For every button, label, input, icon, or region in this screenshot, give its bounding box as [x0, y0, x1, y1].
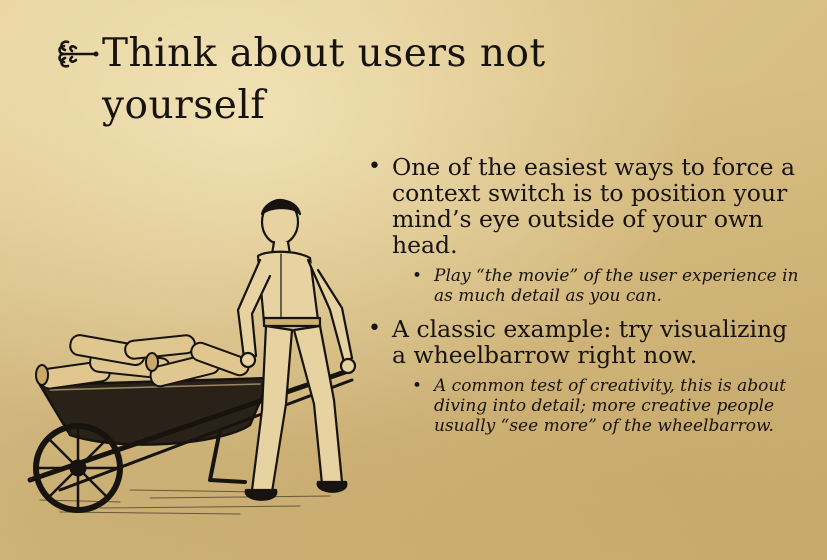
title-line-2: yourself	[102, 83, 266, 128]
sub-bullet-1: Play “the movie” of the user experience …	[392, 266, 808, 306]
wheelbarrow-illustration	[27, 198, 357, 515]
bullet-2: A classic example: try visualizing a whe…	[368, 316, 808, 368]
wheelbarrow	[27, 369, 354, 513]
slide-title: Think about users not yourself	[56, 28, 756, 132]
man-figure	[236, 198, 357, 501]
bullet-list: One of the easiest ways to force a conte…	[368, 154, 808, 446]
bullet-1: One of the easiest ways to force a conte…	[368, 154, 808, 258]
fleuron-icon	[58, 40, 99, 68]
slide: Think about users not yourself One of th…	[0, 0, 827, 560]
title-line-1: Think about users not	[102, 31, 546, 76]
sub-bullet-2: A common test of creativity, this is abo…	[392, 376, 808, 436]
title-block: Think about users not yourself	[56, 28, 756, 132]
